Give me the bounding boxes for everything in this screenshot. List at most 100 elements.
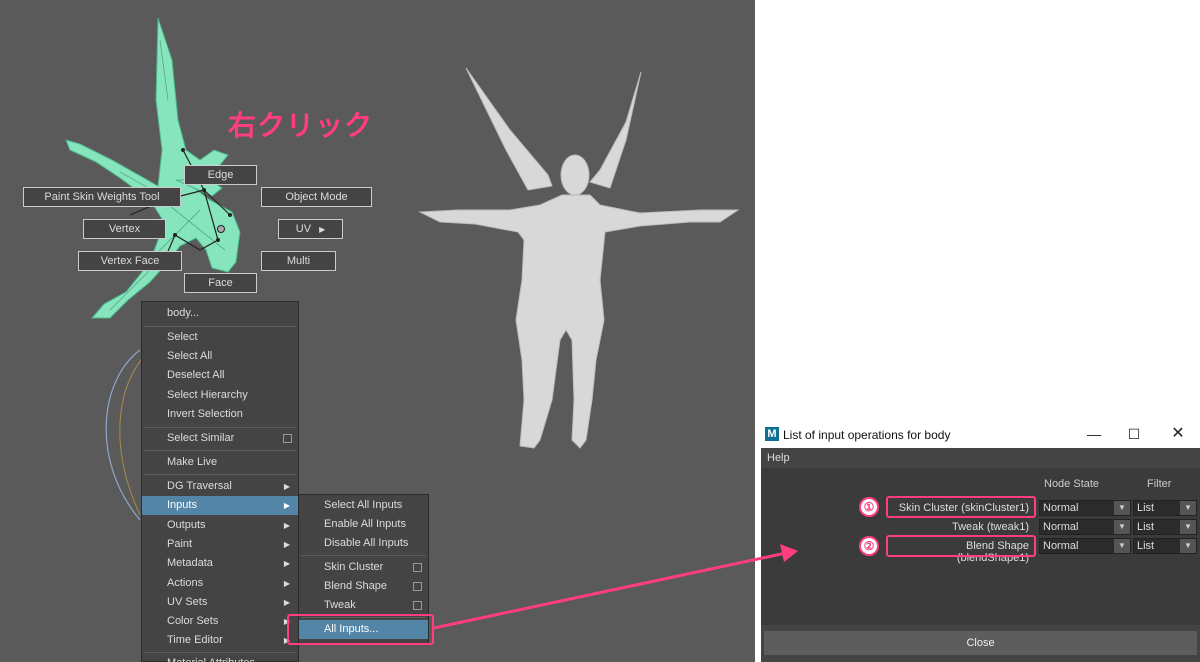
menu-divider: [144, 652, 296, 653]
menu-divider: [144, 474, 296, 475]
skin-cluster-highlight-box: [886, 496, 1036, 518]
input-operations-dialog: M List of input operations for body — ☐ …: [761, 421, 1200, 662]
ctx-item-paint-label: Paint: [167, 538, 193, 550]
mm-object-mode-label: Object Mode: [285, 191, 348, 203]
right-click-callout: 右クリック: [228, 109, 374, 142]
dropdown-arrow-icon: ▼: [1180, 539, 1196, 553]
mm-object-mode[interactable]: Object Mode: [261, 187, 372, 207]
marker-one: ①: [859, 497, 879, 517]
sub-item-skin-cluster-label: Skin Cluster: [324, 561, 384, 573]
ctx-item-uv-sets[interactable]: UV Sets ▶: [142, 593, 298, 612]
submenu-arrow-icon: ▶: [283, 579, 290, 588]
dropdown-arrow-icon: ▼: [1180, 501, 1196, 515]
ctx-item-time-editor-label: Time Editor: [167, 634, 223, 646]
ctx-item-paint[interactable]: Paint ▶: [142, 535, 298, 554]
blend-shape-highlight-box: [886, 535, 1036, 557]
submenu-arrow-icon: ▶: [283, 501, 290, 510]
submenu-arrow-icon: ▶: [283, 559, 290, 568]
ctx-item-select-similar-label: Select Similar: [167, 432, 235, 444]
mm-vertex-label: Vertex: [108, 223, 141, 235]
mm-face-label: Face: [208, 277, 233, 289]
sub-item-tweak[interactable]: Tweak: [299, 596, 428, 615]
submenu-arrow-icon: ▶: [283, 521, 290, 530]
menu-help[interactable]: Help: [767, 452, 790, 464]
grey-body: [418, 67, 740, 449]
maya-viewport[interactable]: 右クリック Edge Paint Skin Weights Tool Objec…: [0, 0, 755, 662]
checkbox-icon[interactable]: [413, 601, 422, 610]
ctx-item-select[interactable]: Select: [142, 328, 298, 347]
checkbox-icon[interactable]: [283, 434, 292, 443]
dropdown-arrow-icon: ▼: [1114, 501, 1130, 515]
sub-item-select-all-inputs[interactable]: Select All Inputs: [299, 496, 428, 515]
ctx-item-actions[interactable]: Actions ▶: [142, 574, 298, 593]
input-list-panel: Node State Filter Skin Cluster (skinClus…: [761, 468, 1200, 625]
ctx-item-select-hierarchy[interactable]: Select Hierarchy: [142, 386, 298, 405]
mm-edge-label: Edge: [207, 169, 234, 181]
submenu-arrow-icon: ▶: [283, 540, 290, 549]
sub-item-blend-shape[interactable]: Blend Shape: [299, 577, 428, 596]
ctx-item-body[interactable]: body...: [142, 304, 298, 323]
ctx-item-metadata-label: Metadata: [167, 557, 213, 569]
ctx-item-dg-traversal[interactable]: DG Traversal ▶: [142, 477, 298, 496]
sub-item-disable-all-inputs[interactable]: Disable All Inputs: [299, 534, 428, 553]
all-inputs-highlight-box: [287, 614, 434, 645]
filter-select-skin-cluster[interactable]: List ▼: [1133, 500, 1197, 516]
ctx-item-deselect-all[interactable]: Deselect All: [142, 366, 298, 385]
sub-item-skin-cluster[interactable]: Skin Cluster: [299, 558, 428, 577]
menu-divider: [144, 427, 296, 428]
mm-uv-label: UV: [295, 223, 312, 235]
mm-paint-skin-weights[interactable]: Paint Skin Weights Tool: [23, 187, 181, 207]
menu-divider: [144, 450, 296, 451]
state-select-tweak[interactable]: Normal ▼: [1039, 519, 1131, 535]
state-select-blend-shape[interactable]: Normal ▼: [1039, 538, 1131, 554]
state-select-skin-cluster[interactable]: Normal ▼: [1039, 500, 1131, 516]
ctx-item-select-all[interactable]: Select All: [142, 347, 298, 366]
ctx-item-dg-traversal-label: DG Traversal: [167, 480, 232, 492]
row-label-tweak[interactable]: Tweak (tweak1): [891, 521, 1029, 533]
ctx-item-outputs[interactable]: Outputs ▶: [142, 516, 298, 535]
sub-item-tweak-label: Tweak: [324, 599, 356, 611]
context-menu: body... Select Select All Deselect All S…: [141, 301, 299, 662]
ctx-item-metadata[interactable]: Metadata ▶: [142, 554, 298, 573]
ctx-item-time-editor[interactable]: Time Editor ▶: [142, 631, 298, 650]
close-bar: Close: [761, 625, 1200, 662]
ctx-item-invert-selection[interactable]: Invert Selection: [142, 405, 298, 424]
sub-item-enable-all-inputs[interactable]: Enable All Inputs: [299, 515, 428, 534]
mm-multi-label: Multi: [286, 255, 311, 267]
close-window-icon[interactable]: ✕: [1163, 424, 1193, 444]
dropdown-arrow-icon: ▼: [1114, 520, 1130, 534]
close-button[interactable]: Close: [764, 631, 1197, 655]
mm-edge[interactable]: Edge: [184, 165, 257, 185]
submenu-arrow-icon: ▶: [283, 482, 290, 491]
filter-select-blend-shape[interactable]: List ▼: [1133, 538, 1197, 554]
mm-uv[interactable]: UV ▶: [278, 219, 343, 239]
mm-multi[interactable]: Multi: [261, 251, 336, 271]
ctx-item-inputs[interactable]: Inputs ▶: [142, 496, 298, 515]
ctx-item-color-sets[interactable]: Color Sets ▶: [142, 612, 298, 631]
checkbox-icon[interactable]: [413, 563, 422, 572]
filter-value: List: [1137, 540, 1155, 552]
mm-face[interactable]: Face: [184, 273, 257, 293]
ctx-item-outputs-label: Outputs: [167, 519, 206, 531]
dropdown-arrow-icon: ▼: [1180, 520, 1196, 534]
submenu-arrow-icon: ▶: [283, 598, 290, 607]
sub-item-blend-shape-label: Blend Shape: [324, 580, 387, 592]
dialog-titlebar[interactable]: M List of input operations for body — ☐ …: [761, 421, 1200, 448]
submenu-arrow-icon: ▶: [319, 224, 326, 234]
ctx-item-select-similar[interactable]: Select Similar: [142, 429, 298, 448]
marker-two: ②: [859, 536, 879, 556]
maximize-icon[interactable]: ☐: [1119, 424, 1149, 444]
ctx-item-make-live[interactable]: Make Live: [142, 453, 298, 472]
filter-select-tweak[interactable]: List ▼: [1133, 519, 1197, 535]
mm-vertex-face-label: Vertex Face: [100, 255, 160, 267]
ctx-item-actions-label: Actions: [167, 577, 204, 589]
checkbox-icon[interactable]: [413, 582, 422, 591]
ctx-item-material-attributes[interactable]: Material Attributes...: [142, 654, 298, 662]
filter-value: List: [1137, 502, 1155, 514]
ctx-item-uv-sets-label: UV Sets: [167, 596, 208, 608]
menu-divider: [144, 326, 296, 327]
mm-vertex-face[interactable]: Vertex Face: [78, 251, 182, 271]
minimize-icon[interactable]: —: [1079, 424, 1109, 444]
mm-vertex[interactable]: Vertex: [83, 219, 166, 239]
filter-value: List: [1137, 521, 1155, 533]
